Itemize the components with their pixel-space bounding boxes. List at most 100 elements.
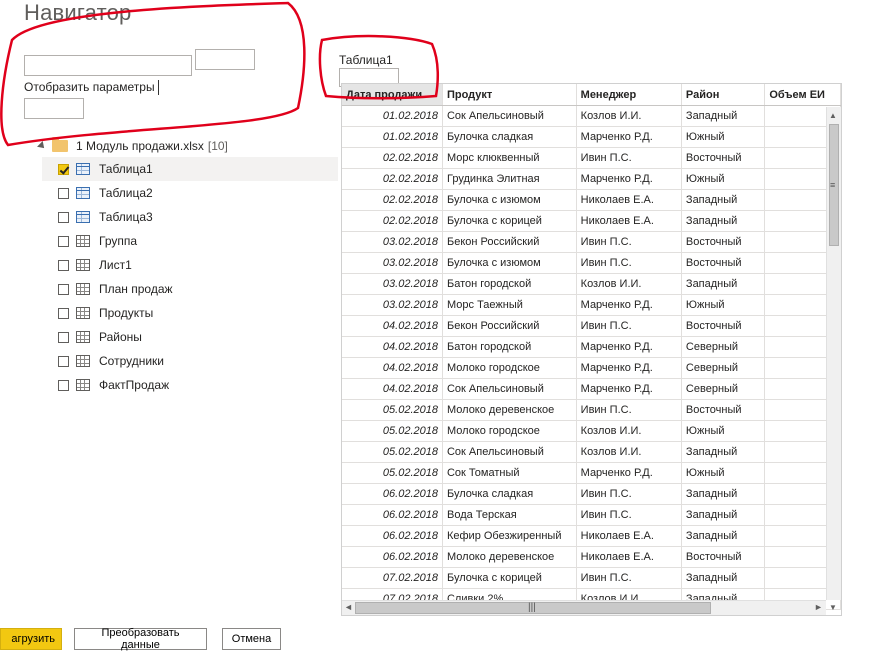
table-icon: [76, 163, 90, 175]
tree-item[interactable]: План продаж: [42, 277, 338, 301]
load-button[interactable]: агрузить: [0, 628, 62, 650]
search-input[interactable]: [24, 55, 192, 76]
table-cell: Восточный: [681, 315, 766, 337]
table-cell: Молоко деревенское: [442, 546, 577, 568]
scroll-right-icon[interactable]: ►: [814, 602, 823, 612]
cancel-button[interactable]: Отмена: [222, 628, 281, 650]
table-cell: Николаев Е.А.: [576, 525, 682, 547]
column-header[interactable]: Район: [681, 84, 766, 106]
table-cell: Козлов И.И.: [576, 105, 682, 127]
table-cell: Марченко Р.Д.: [576, 294, 682, 316]
table-icon: [76, 187, 90, 199]
table-cell: Козлов И.И.: [576, 420, 682, 442]
table-cell: Западный: [681, 273, 766, 295]
table-cell: Ивин П.С.: [576, 483, 682, 505]
table-row: 02.02.2018 Булочка с изюмом Николаев Е.А. З…: [342, 189, 841, 211]
table-row: 05.02.2018 Молоко деревенское Ивин П.С. Вос…: [342, 399, 841, 421]
table-cell: Николаев Е.А.: [576, 546, 682, 568]
tree-item[interactable]: Таблица3: [42, 205, 338, 229]
scroll-up-icon[interactable]: ▲: [829, 111, 837, 120]
scroll-left-icon[interactable]: ◄: [344, 602, 353, 612]
tree-item[interactable]: ФактПродаж: [42, 373, 338, 397]
scroll-down-icon[interactable]: ▼: [829, 603, 837, 612]
table-cell: Ивин П.С.: [576, 147, 682, 169]
sheet-icon: [76, 307, 90, 319]
sheet-icon: [76, 235, 90, 247]
table-cell: 06.02.2018: [342, 504, 443, 526]
tree-item-checkbox[interactable]: [58, 331, 69, 343]
table-cell: 02.02.2018: [342, 210, 443, 232]
table-cell: 03.02.2018: [342, 294, 443, 316]
table-cell: Северный: [681, 357, 766, 379]
tree-item[interactable]: Группа: [42, 229, 338, 253]
tree-item-checkbox[interactable]: [58, 355, 69, 367]
tree-item-label: Продукты: [99, 306, 154, 320]
tree-item-label: Таблица2: [99, 186, 153, 200]
table-cell: Марченко Р.Д.: [576, 378, 682, 400]
table-cell: 04.02.2018: [342, 378, 443, 400]
tree-item[interactable]: Продукты: [42, 301, 338, 325]
table-cell: 02.02.2018: [342, 189, 443, 211]
tree-item-checkbox[interactable]: [58, 187, 69, 199]
table-cell: Козлов И.И.: [576, 273, 682, 295]
table-cell: Николаев Е.А.: [576, 210, 682, 232]
table-cell: Ивин П.С.: [576, 315, 682, 337]
tree-item-label: Районы: [99, 330, 142, 344]
sheet-icon: [76, 331, 90, 343]
table-cell: Марченко Р.Д.: [576, 168, 682, 190]
tree-root-file[interactable]: 1 Модуль продажи.xlsx [10]: [37, 137, 228, 155]
column-header[interactable]: Дата продажи: [342, 84, 443, 106]
table-cell: 04.02.2018: [342, 336, 443, 358]
search-aux-field[interactable]: [195, 49, 255, 70]
param-field[interactable]: [24, 98, 84, 119]
tree-item-checkbox[interactable]: [58, 163, 69, 175]
tree-item[interactable]: Сотрудники: [42, 349, 338, 373]
table-cell: Сок Апельсиновый: [442, 378, 577, 400]
table-cell: Южный: [681, 168, 766, 190]
table-cell: Бекон Российский: [442, 231, 577, 253]
tree-item-checkbox[interactable]: [58, 211, 69, 223]
table-cell: Западный: [681, 567, 766, 589]
table-cell: Восточный: [681, 252, 766, 274]
table-cell: Ивин П.С.: [576, 504, 682, 526]
table-cell: Булочка с изюмом: [442, 252, 577, 274]
table-row: 02.02.2018 Морс клюквенный Ивин П.С. Восточ…: [342, 147, 841, 169]
table-row: 06.02.2018 Вода Терская Ивин П.С. Западный: [342, 504, 841, 526]
table-cell: Козлов И.И.: [576, 441, 682, 463]
table-cell: Бекон Российский: [442, 315, 577, 337]
table-cell: Южный: [681, 462, 766, 484]
column-header[interactable]: Объем ЕИ: [764, 84, 841, 106]
tree-item-label: Лист1: [99, 258, 132, 272]
tree-item-checkbox[interactable]: [58, 259, 69, 271]
table-cell: 03.02.2018: [342, 273, 443, 295]
table-cell: 02.02.2018: [342, 168, 443, 190]
table-cell: 01.02.2018: [342, 126, 443, 148]
table-row: 02.02.2018 Булочка с корицей Николаев Е.А.…: [342, 210, 841, 232]
table-row: 04.02.2018 Бекон Российский Ивин П.С. Восто…: [342, 315, 841, 337]
column-header[interactable]: Продукт: [442, 84, 577, 106]
table-cell: Западный: [681, 525, 766, 547]
table-cell: Северный: [681, 336, 766, 358]
table-cell: Ивин П.С.: [576, 399, 682, 421]
scroll-grip-horizontal-icon: |||: [528, 602, 536, 613]
table-cell: 02.02.2018: [342, 147, 443, 169]
table-cell: Сок Апельсиновый: [442, 105, 577, 127]
expand-triangle-icon[interactable]: [37, 141, 47, 151]
tree-item-checkbox[interactable]: [58, 307, 69, 319]
tree-item[interactable]: Лист1: [42, 253, 338, 277]
table-row: 01.02.2018 Сок Апельсиновый Козлов И.И. Зап…: [342, 105, 841, 127]
column-header[interactable]: Менеджер: [576, 84, 682, 106]
tree-item-checkbox[interactable]: [58, 235, 69, 247]
tree-item[interactable]: Таблица2: [42, 181, 338, 205]
table-row: 01.02.2018 Булочка сладкая Марченко Р.Д. Юж…: [342, 126, 841, 148]
tree-item-checkbox[interactable]: [58, 379, 69, 391]
table-cell: Южный: [681, 126, 766, 148]
tree-item-label: Сотрудники: [99, 354, 164, 368]
tree-item[interactable]: Таблица1: [42, 157, 338, 181]
table-cell: Булочка с изюмом: [442, 189, 577, 211]
table-row: 03.02.2018 Булочка с изюмом Ивин П.С. Восто…: [342, 252, 841, 274]
tree-item-checkbox[interactable]: [58, 283, 69, 295]
tree-item[interactable]: Районы: [42, 325, 338, 349]
transform-data-button[interactable]: Преобразовать данные: [74, 627, 207, 651]
show-params-option[interactable]: Отобразить параметры: [24, 80, 159, 96]
